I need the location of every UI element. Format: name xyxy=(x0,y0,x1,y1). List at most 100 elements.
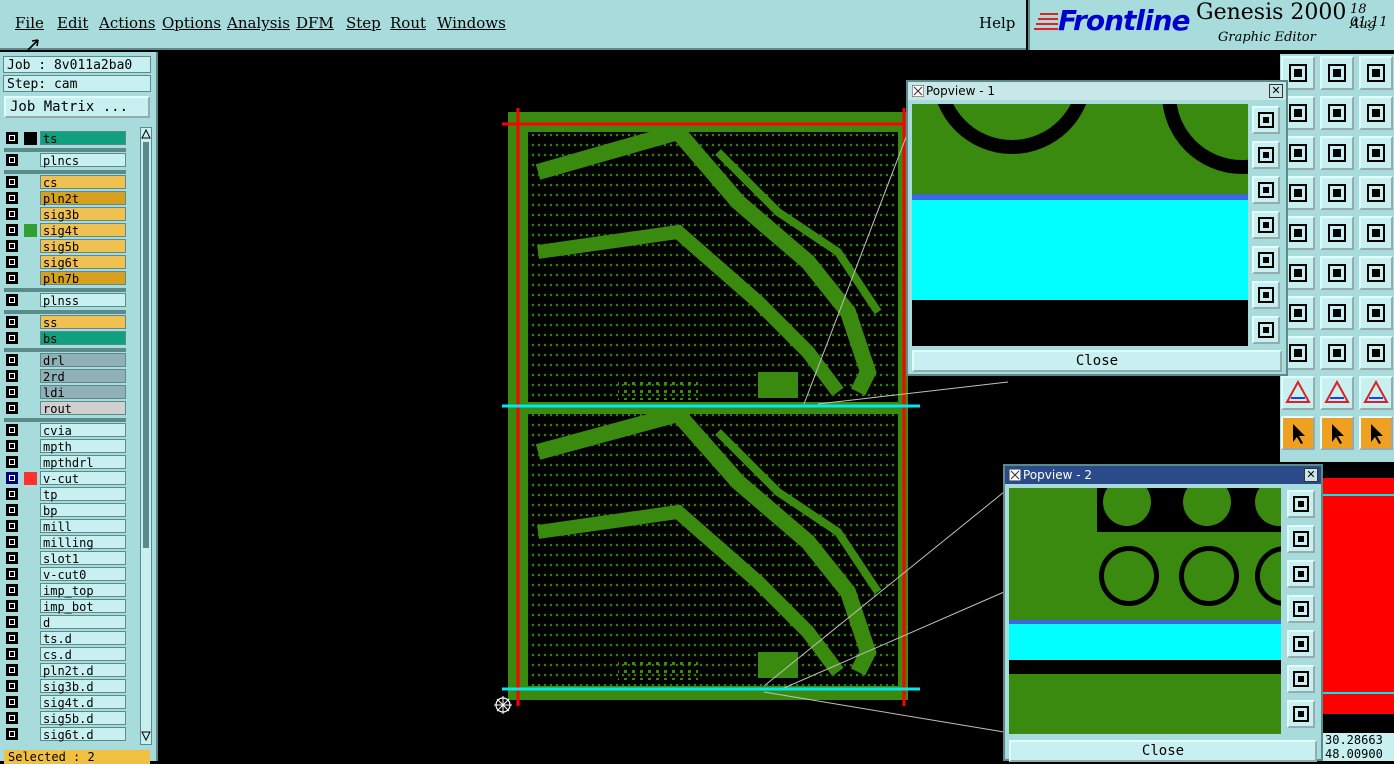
layer-checkbox[interactable] xyxy=(6,440,18,452)
scale-1-2-icon[interactable] xyxy=(1359,136,1393,170)
move-point-icon[interactable] xyxy=(1359,256,1393,290)
menu-edit[interactable]: Edit xyxy=(57,14,88,32)
layer-checkbox[interactable] xyxy=(6,696,18,708)
layer-name[interactable]: v-cut xyxy=(40,471,126,486)
layer-checkbox[interactable] xyxy=(6,132,18,144)
layer-row[interactable]: tp xyxy=(4,487,126,502)
cut-line-icon[interactable] xyxy=(1320,336,1354,370)
popview-1-close-button[interactable]: Close xyxy=(912,350,1282,372)
layer-row[interactable]: mill xyxy=(4,519,126,534)
popview-2-zoom-tool-5-icon[interactable] xyxy=(1287,630,1315,658)
layer-row[interactable]: v-cut xyxy=(4,471,126,486)
layer-name[interactable]: mill xyxy=(40,519,126,534)
layer-row[interactable]: d xyxy=(4,615,126,630)
layer-checkbox[interactable] xyxy=(6,294,18,306)
layer-row[interactable]: milling xyxy=(4,535,126,550)
popview-1-zoom-tool-5-icon[interactable] xyxy=(1252,246,1280,274)
layer-name[interactable]: ts.d xyxy=(40,631,126,646)
layer-name[interactable]: drl xyxy=(40,353,126,368)
layer-checkbox[interactable] xyxy=(6,680,18,692)
layer-row[interactable]: slot1 xyxy=(4,551,126,566)
layer-name[interactable]: imp_top xyxy=(40,583,126,598)
layer-row[interactable]: 2rd xyxy=(4,369,126,384)
layer-name[interactable]: 2rd xyxy=(40,369,126,384)
menu-step[interactable]: Step xyxy=(346,14,381,32)
layer-name[interactable]: sig3b xyxy=(40,207,126,222)
layer-row[interactable]: v-cut0 xyxy=(4,567,126,582)
layer-name[interactable]: sig3b.d xyxy=(40,679,126,694)
layer-checkbox[interactable] xyxy=(6,536,18,548)
undo-icon[interactable] xyxy=(1359,296,1393,330)
select-arrow-2-icon[interactable] xyxy=(1320,416,1354,450)
layer-row[interactable]: bp xyxy=(4,503,126,518)
layer-row[interactable]: drl xyxy=(4,353,126,368)
layer-checkbox[interactable] xyxy=(6,504,18,516)
select-arrow-icon[interactable] xyxy=(1281,416,1315,450)
layer-checkbox[interactable] xyxy=(6,568,18,580)
layer-name[interactable]: ts xyxy=(40,131,126,146)
popview-1-zoom-tool-7-icon[interactable] xyxy=(1252,316,1280,344)
layer-checkbox[interactable] xyxy=(6,456,18,468)
layer-checkbox[interactable] xyxy=(6,520,18,532)
layer-name[interactable]: milling xyxy=(40,535,126,550)
layer-checkbox[interactable] xyxy=(6,648,18,660)
zoom-page-icon[interactable] xyxy=(1359,56,1393,90)
layer-row[interactable]: pln2t xyxy=(4,191,126,206)
popview-1-zoom-tool-1-icon[interactable] xyxy=(1252,106,1280,134)
layer-row[interactable]: pln7b xyxy=(4,271,126,286)
layer-checkbox[interactable] xyxy=(6,488,18,500)
layer-row[interactable]: sig4t.d xyxy=(4,695,126,710)
layer-name[interactable]: sig4t.d xyxy=(40,695,126,710)
layer-name[interactable]: slot1 xyxy=(40,551,126,566)
menu-rout[interactable]: Rout xyxy=(390,14,426,32)
layer-row[interactable]: sig6t xyxy=(4,255,126,270)
layer-name[interactable]: ldi xyxy=(40,385,126,400)
layer-row[interactable]: mpth xyxy=(4,439,126,454)
layer-checkbox[interactable] xyxy=(6,552,18,564)
layer-checkbox[interactable] xyxy=(6,600,18,612)
popview-1-canvas[interactable] xyxy=(912,104,1248,346)
layer-row[interactable]: ts xyxy=(4,131,126,146)
menu-options[interactable]: Options xyxy=(162,14,221,32)
layer-row[interactable]: sig6t.d xyxy=(4,727,126,742)
layer-row[interactable]: sig4t xyxy=(4,223,126,238)
popview-1-close-icon[interactable]: ✕ xyxy=(1269,84,1283,98)
layer-row[interactable]: sig5b xyxy=(4,239,126,254)
layer-name[interactable]: plncs xyxy=(40,153,126,168)
layer-checkbox[interactable] xyxy=(6,176,18,188)
layer-checkbox[interactable] xyxy=(6,616,18,628)
layer-row[interactable]: cs.d xyxy=(4,647,126,662)
popview-2-close-icon[interactable]: ✕ xyxy=(1304,468,1318,482)
popview-2-zoom-tool-2-icon[interactable] xyxy=(1287,525,1315,553)
layer-list-scrollbar[interactable] xyxy=(140,127,152,745)
layer-row[interactable]: ts.d xyxy=(4,631,126,646)
layer-checkbox[interactable] xyxy=(6,208,18,220)
zoom-in-icon[interactable] xyxy=(1320,96,1354,130)
layer-checkbox[interactable] xyxy=(6,386,18,398)
popview-1-zoom-tool-6-icon[interactable] xyxy=(1252,281,1280,309)
zoom-forward-icon[interactable] xyxy=(1359,96,1393,130)
layer-checkbox[interactable] xyxy=(6,272,18,284)
layer-row[interactable]: imp_top xyxy=(4,583,126,598)
triangle-arrow-icon[interactable] xyxy=(1320,376,1354,410)
layer-row[interactable]: sig3b xyxy=(4,207,126,222)
layer-name[interactable]: ss xyxy=(40,315,126,330)
layer-row[interactable]: plnss xyxy=(4,293,126,308)
layer-checkbox[interactable] xyxy=(6,728,18,740)
layer-checkbox[interactable] xyxy=(6,256,18,268)
layer-name[interactable]: cvia xyxy=(40,423,126,438)
popview-2-zoom-tool-7-icon[interactable] xyxy=(1287,700,1315,728)
popview-2-zoom-tool-3-icon[interactable] xyxy=(1287,560,1315,588)
layer-name[interactable]: imp_bot xyxy=(40,599,126,614)
layer-checkbox[interactable] xyxy=(6,240,18,252)
popview-2-canvas[interactable] xyxy=(1009,488,1281,734)
layer-row[interactable]: mpthdrl xyxy=(4,455,126,470)
layer-checkbox[interactable] xyxy=(6,370,18,382)
layer-name[interactable]: d xyxy=(40,615,126,630)
measure-grid-icon[interactable] xyxy=(1359,176,1393,210)
window-menu-icon[interactable] xyxy=(912,85,924,97)
layer-row[interactable]: ss xyxy=(4,315,126,330)
layer-checkbox[interactable] xyxy=(6,154,18,166)
popview-2-zoom-tool-6-icon[interactable] xyxy=(1287,665,1315,693)
popview-1-zoom-tool-2-icon[interactable] xyxy=(1252,141,1280,169)
